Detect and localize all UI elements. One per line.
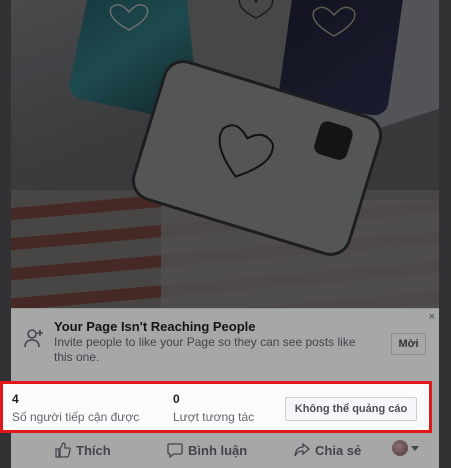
add-person-icon bbox=[24, 329, 43, 348]
close-icon[interactable]: × bbox=[429, 311, 435, 323]
notice-title: Your Page Isn't Reaching People bbox=[54, 319, 256, 334]
invite-button[interactable]: Mời bbox=[391, 333, 426, 355]
like-button[interactable]: Thích bbox=[55, 440, 111, 460]
post-photo[interactable] bbox=[11, 0, 439, 308]
like-label: Thích bbox=[76, 442, 111, 458]
comment-button[interactable]: Bình luận bbox=[167, 440, 247, 460]
case-heart-main-icon bbox=[218, 124, 274, 178]
thumbs-up-icon bbox=[55, 442, 71, 458]
engagement-count: 0 bbox=[173, 392, 180, 406]
notice-text: Invite people to like your Page so they … bbox=[54, 335, 356, 364]
engagement-label: Lượt tương tác bbox=[173, 410, 255, 424]
camera-module bbox=[312, 119, 355, 162]
chevron-down-icon bbox=[411, 445, 419, 451]
post-insights-box: 4 Số người tiếp cận được 0 Lượt tương tá… bbox=[0, 381, 432, 433]
share-icon bbox=[294, 442, 310, 457]
case-heart-right-icon bbox=[312, 6, 356, 37]
comment-icon bbox=[167, 443, 183, 458]
share-label: Chia sẻ bbox=[315, 442, 362, 458]
page-reach-notice: Your Page Isn't Reaching People Invite p… bbox=[11, 308, 439, 376]
comment-label: Bình luận bbox=[188, 442, 248, 458]
boost-post-button[interactable]: Không thể quảng cáo bbox=[285, 397, 417, 421]
reach-count: 4 bbox=[12, 392, 19, 406]
case-heart-left-icon bbox=[109, 4, 149, 31]
post-action-bar: Thích Bình luận Chia sẻ bbox=[11, 434, 439, 468]
share-button[interactable]: Chia sẻ bbox=[294, 440, 361, 460]
case-heart-top-icon bbox=[238, 0, 274, 19]
avatar bbox=[392, 440, 408, 456]
reach-label: Số người tiếp cận được bbox=[12, 410, 140, 424]
post-as-selector[interactable] bbox=[392, 440, 419, 456]
